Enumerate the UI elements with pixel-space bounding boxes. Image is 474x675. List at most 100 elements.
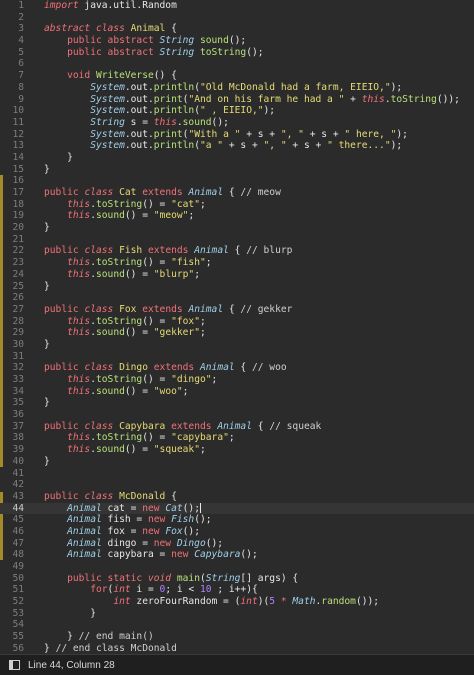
code-line[interactable]: 12 System.out.print("With a " + s + ", "… [0, 129, 474, 141]
code-line[interactable]: 11 String s = this.sound(); [0, 117, 474, 129]
line-text[interactable]: public class Capybara extends Animal { /… [44, 421, 321, 433]
code-line[interactable]: 28 this.toString() = "fox"; [0, 316, 474, 328]
code-line[interactable]: 22 public class Fish extends Animal { // … [0, 245, 474, 257]
line-text[interactable]: public class Dingo extends Animal { // w… [44, 362, 287, 374]
line-text[interactable]: this.sound() = "blurp"; [44, 269, 200, 281]
code-line[interactable]: 1 import java.util.Random [0, 0, 474, 12]
code-line[interactable]: 30} [0, 339, 474, 351]
code-line[interactable]: 31 [0, 351, 474, 363]
line-text[interactable]: } [44, 397, 50, 409]
line-text[interactable]: this.toString() = "fish"; [44, 257, 211, 269]
line-text[interactable]: System.out.println("Old McDonald had a f… [44, 82, 402, 94]
code-line[interactable]: 41 [0, 468, 474, 480]
code-line[interactable]: 46 Animal fox = new Fox(); [0, 526, 474, 538]
code-line[interactable]: 36 [0, 409, 474, 421]
line-text[interactable]: public abstract String sound(); [44, 35, 246, 47]
code-line[interactable]: 50 public static void main(String[] args… [0, 573, 474, 585]
line-text[interactable]: public class Fox extends Animal { // gek… [44, 304, 292, 316]
line-text[interactable]: Animal capybara = new Capybara(); [44, 549, 258, 561]
line-text[interactable]: System.out.print("And on his farm he had… [44, 94, 460, 106]
line-text[interactable]: this.toString() = "capybara"; [44, 432, 235, 444]
line-text[interactable]: } // end class McDonald [44, 643, 177, 654]
code-line[interactable]: 16 [0, 175, 474, 187]
code-line[interactable]: 42 [0, 479, 474, 491]
code-line[interactable]: 9 System.out.print("And on his farm he h… [0, 94, 474, 106]
line-text[interactable]: import java.util.Random [44, 0, 177, 12]
code-line[interactable]: 7 void WriteVerse() { [0, 70, 474, 82]
code-line[interactable]: 14 } [0, 152, 474, 164]
code-line[interactable]: 56} // end class McDonald [0, 643, 474, 654]
line-text[interactable]: abstract class Animal { [44, 23, 177, 35]
line-text[interactable]: public class Cat extends Animal { // meo… [44, 187, 281, 199]
line-text[interactable]: } [44, 608, 96, 620]
code-line[interactable]: 51 for(int i = 0; i < 10 ; i++){ [0, 584, 474, 596]
code-line[interactable]: 52 int zeroFourRandom = (int)(5 * Math.r… [0, 596, 474, 608]
line-text[interactable]: System.out.println("a " + s + ", " + s +… [44, 140, 402, 152]
line-text[interactable]: public class McDonald { [44, 491, 177, 503]
code-line[interactable]: 8 System.out.println("Old McDonald had a… [0, 82, 474, 94]
code-line[interactable]: 15} [0, 164, 474, 176]
code-editor[interactable]: 1 import java.util.Random 2 3 abstract class… [0, 0, 474, 654]
line-text[interactable]: Animal dingo = new Dingo(); [44, 538, 223, 550]
code-line[interactable]: 4 public abstract String sound(); [0, 35, 474, 47]
code-line[interactable]: 21 [0, 234, 474, 246]
code-line[interactable]: 33 this.toString() = "dingo"; [0, 374, 474, 386]
line-text[interactable]: public abstract String toString(); [44, 47, 263, 59]
code-line[interactable]: 48 Animal capybara = new Capybara(); [0, 549, 474, 561]
code-line[interactable]: 23 this.toString() = "fish"; [0, 257, 474, 269]
line-text[interactable]: Animal fish = new Fish(); [44, 514, 211, 526]
code-line[interactable]: 44 Animal cat = new Cat(); [0, 502, 474, 515]
code-line[interactable]: 26 [0, 292, 474, 304]
line-text[interactable]: for(int i = 0; i < 10 ; i++){ [44, 584, 258, 596]
code-line[interactable]: 25} [0, 281, 474, 293]
code-line[interactable]: 38 this.toString() = "capybara"; [0, 432, 474, 444]
line-text[interactable]: } [44, 152, 73, 164]
line-text[interactable]: this.sound() = "woo"; [44, 386, 188, 398]
code-line[interactable]: 32 public class Dingo extends Animal { //… [0, 362, 474, 374]
line-text[interactable]: this.toString() = "fox"; [44, 316, 206, 328]
line-text[interactable]: public class Fish extends Animal { // bl… [44, 245, 292, 257]
code-line[interactable]: 37 public class Capybara extends Animal {… [0, 421, 474, 433]
code-line[interactable]: 13 System.out.println("a " + s + ", " + … [0, 140, 474, 152]
code-line[interactable]: 47 Animal dingo = new Dingo(); [0, 538, 474, 550]
panel-toggle-icon[interactable] [9, 660, 20, 670]
code-line[interactable]: 49 [0, 561, 474, 573]
code-line[interactable]: 19 this.sound() = "meow"; [0, 210, 474, 222]
line-text[interactable]: this.toString() = "cat"; [44, 199, 206, 211]
line-text[interactable]: System.out.print("With a " + s + ", " + … [44, 129, 408, 141]
code-line[interactable]: 17 public class Cat extends Animal { // m… [0, 187, 474, 199]
code-line[interactable]: 10 System.out.println(" , EIEIO,"); [0, 105, 474, 117]
line-text[interactable]: this.toString() = "dingo"; [44, 374, 217, 386]
code-line[interactable]: 27 public class Fox extends Animal { // g… [0, 304, 474, 316]
line-text[interactable]: } [44, 164, 50, 176]
code-line[interactable]: 20} [0, 222, 474, 234]
code-line[interactable]: 34 this.sound() = "woo"; [0, 386, 474, 398]
line-text[interactable]: this.sound() = "gekker"; [44, 327, 206, 339]
code-line[interactable]: 54 [0, 619, 474, 631]
line-text[interactable]: System.out.println(" , EIEIO,"); [44, 105, 275, 117]
code-line[interactable]: 53 } [0, 608, 474, 620]
line-text[interactable]: this.sound() = "squeak"; [44, 444, 206, 456]
cursor-position[interactable]: Line 44, Column 28 [28, 660, 115, 671]
code-lines[interactable]: 1 import java.util.Random 2 3 abstract class… [0, 0, 474, 654]
line-text[interactable]: } // end main() [44, 631, 154, 643]
line-text[interactable]: void WriteVerse() { [44, 70, 177, 82]
code-line[interactable]: 2 [0, 12, 474, 24]
line-text[interactable]: this.sound() = "meow"; [44, 210, 194, 222]
line-text[interactable]: public static void main(String[] args) { [44, 573, 298, 585]
line-text[interactable]: } [44, 456, 50, 468]
line-text[interactable]: } [44, 339, 50, 351]
code-line[interactable]: 5 public abstract String toString(); [0, 47, 474, 59]
line-text[interactable]: String s = this.sound(); [44, 117, 229, 129]
code-line[interactable]: 29 this.sound() = "gekker"; [0, 327, 474, 339]
code-line[interactable]: 55 } // end main() [0, 631, 474, 643]
code-line[interactable]: 24 this.sound() = "blurp"; [0, 269, 474, 281]
line-text[interactable]: Animal fox = new Fox(); [44, 526, 200, 538]
line-text[interactable]: int zeroFourRandom = (int)(5 * Math.rand… [44, 596, 379, 608]
line-text[interactable]: } [44, 281, 50, 293]
code-line[interactable]: 18 this.toString() = "cat"; [0, 199, 474, 211]
code-line[interactable]: 6 [0, 58, 474, 70]
line-text[interactable]: } [44, 222, 50, 234]
code-line[interactable]: 43 public class McDonald { [0, 491, 474, 503]
code-line[interactable]: 3 abstract class Animal { [0, 23, 474, 35]
